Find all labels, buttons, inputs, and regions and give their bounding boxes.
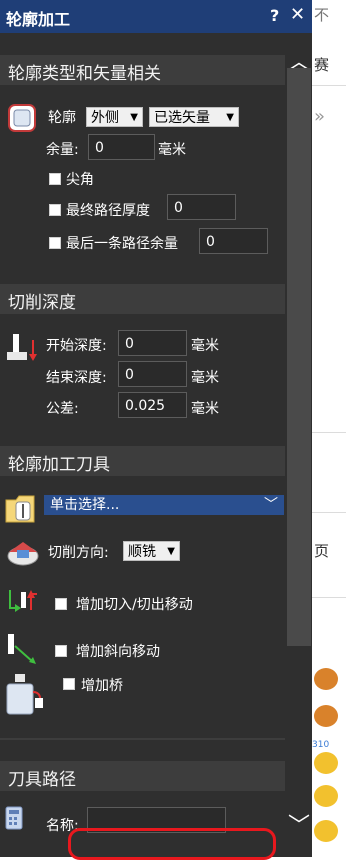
chevron-down-icon: ﹀ (264, 497, 278, 513)
chevron-down-icon: ▼ (226, 112, 234, 123)
final-pass-label: 最终路径厚度 (66, 203, 150, 219)
last-pass-label: 最后一条路径余量 (66, 236, 178, 252)
end-depth-input[interactable]: 0 (118, 361, 187, 387)
start-depth-label: 开始深度: (46, 338, 107, 354)
sharp-corner-checkbox[interactable] (49, 173, 61, 185)
scrollbar-thumb[interactable] (287, 68, 311, 646)
emoji-icon (314, 705, 338, 727)
final-pass-checkbox[interactable] (49, 204, 61, 216)
contour-machining-panel: 轮廓加工 ? ✕ 轮廓类型和矢量相关 轮廓 外侧 ▼ 已选矢量 ▼ 余量: 0 … (0, 0, 312, 857)
scroll-down-icon[interactable]: ﹀ (288, 808, 310, 840)
allowance-label: 余量: (46, 142, 79, 158)
last-pass-input[interactable]: 0 (199, 228, 268, 254)
tool-folder-icon (5, 495, 35, 523)
lead-in-out-icon (9, 590, 37, 612)
profile-side-select[interactable]: 外侧 ▼ (86, 107, 143, 127)
section-title: 轮廓加工刀具 (8, 455, 110, 475)
emoji-icon (314, 820, 338, 842)
cut-depth-icon (7, 334, 37, 361)
emoji-icon (314, 785, 338, 807)
tolerance-unit: 毫米 (191, 401, 219, 417)
end-depth-label: 结束深度: (46, 370, 107, 386)
allowance-input[interactable]: 0 (88, 134, 155, 160)
start-depth-unit: 毫米 (191, 338, 219, 354)
ramp-move-checkbox[interactable] (55, 645, 67, 657)
bridge-checkbox[interactable] (63, 678, 75, 690)
calculator-icon (5, 806, 23, 830)
cut-direction-label: 切削方向: (48, 545, 109, 561)
profile-shape-icon (8, 104, 36, 132)
vector-value: 已选矢量 (154, 110, 210, 126)
tolerance-label: 公差: (46, 401, 79, 417)
tolerance-input[interactable]: 0.025 (118, 392, 187, 418)
end-depth-unit: 毫米 (191, 370, 219, 386)
section-header-contour-tool[interactable]: 轮廓加工刀具 (0, 446, 285, 476)
cut-direction-select[interactable]: 顺铣 ▼ (123, 541, 180, 561)
background-text: 不 (314, 6, 330, 24)
section-title: 轮廓类型和矢量相关 (8, 64, 161, 84)
profile-side-value: 外侧 (91, 110, 119, 126)
background-divider (310, 85, 346, 86)
chevron-down-icon: ▼ (167, 546, 175, 557)
section-header-profile-type[interactable]: 轮廓类型和矢量相关 (0, 55, 285, 85)
lead-in-out-label: 增加切入/切出移动 (76, 597, 193, 613)
tool-select-dropdown[interactable]: 单击选择... ﹀ (44, 495, 284, 515)
background-badge: 310 (312, 740, 330, 750)
profile-label: 轮廓 (48, 110, 76, 126)
title-bar: 轮廓加工 ? ✕ (0, 0, 312, 33)
final-pass-input[interactable]: 0 (167, 194, 236, 220)
background-page: 不 赛 » 页 310 (310, 0, 346, 857)
allowance-unit: 毫米 (158, 142, 186, 158)
lead-in-out-checkbox[interactable] (55, 598, 67, 610)
last-pass-checkbox[interactable] (49, 237, 61, 249)
background-divider (310, 432, 346, 433)
bridge-icon (6, 674, 43, 715)
emoji-icon (314, 752, 338, 774)
background-text: 赛 (314, 56, 330, 74)
background-text: » (314, 106, 326, 127)
red-annotation-mark (68, 828, 276, 860)
cut-direction-value: 顺铣 (128, 544, 156, 560)
section-title: 切削深度 (8, 293, 76, 313)
background-divider (310, 597, 346, 598)
panel-scrollbar[interactable]: ︿ ﹀ (286, 40, 312, 845)
emoji-icon (314, 668, 338, 690)
chevron-down-icon: ▼ (130, 112, 138, 123)
start-depth-input[interactable]: 0 (118, 330, 187, 356)
tool-select-value: 单击选择... (50, 497, 120, 513)
close-button[interactable]: ✕ (290, 4, 305, 25)
section-header-toolpath[interactable]: 刀具路径 (0, 761, 285, 791)
ramp-move-label: 增加斜向移动 (76, 644, 160, 660)
section-title: 刀具路径 (8, 770, 76, 790)
vector-select[interactable]: 已选矢量 ▼ (149, 107, 239, 127)
window-title: 轮廓加工 (6, 10, 71, 29)
sharp-corner-label: 尖角 (66, 172, 94, 188)
help-button[interactable]: ? (270, 6, 279, 25)
background-divider (310, 512, 346, 513)
section-divider (0, 738, 285, 740)
cut-direction-icon (7, 542, 39, 566)
background-text: 页 (314, 542, 330, 560)
section-header-cut-depth[interactable]: 切削深度 (0, 284, 285, 314)
bridge-label: 增加桥 (81, 678, 123, 694)
ramp-move-icon (8, 634, 36, 664)
